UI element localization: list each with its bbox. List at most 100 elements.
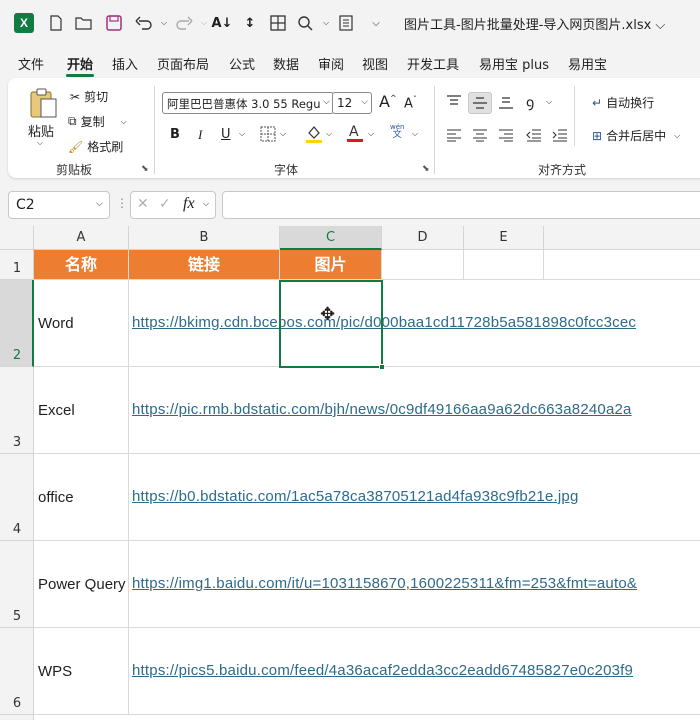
column-header-c[interactable]: C <box>280 226 382 250</box>
borders-button[interactable] <box>260 126 276 146</box>
font-color-dropdown-icon[interactable]: ⌵ <box>368 129 374 139</box>
tab-file[interactable]: 文件 <box>18 54 44 73</box>
link-cell[interactable]: https://pics5.baidu.com/feed/4a36acaf2ed… <box>129 628 700 715</box>
cell[interactable] <box>382 250 464 280</box>
merge-dropdown-icon[interactable]: ⌵ <box>674 131 680 141</box>
cell[interactable] <box>464 250 544 280</box>
increase-font-size-button[interactable]: A^ <box>379 92 397 111</box>
excel-logo-icon[interactable]: X <box>14 13 34 33</box>
phonetic-dropdown-icon[interactable]: ⌵ <box>412 129 418 139</box>
bottom-align-icon[interactable] <box>498 96 514 114</box>
search-dropdown-icon[interactable]: ⌵ <box>316 13 336 33</box>
name-cell[interactable]: WPS <box>34 628 129 715</box>
tab-yiyongbao-plus[interactable]: 易用宝 plus <box>479 54 549 73</box>
link-cell[interactable]: https://pic.rmb.bdstatic.com/bjh/news/0c… <box>129 367 700 454</box>
middle-align-icon[interactable] <box>472 96 488 114</box>
align-left-icon[interactable] <box>446 128 462 146</box>
header-cell-name[interactable]: 名称 <box>34 250 129 280</box>
cell[interactable] <box>544 250 700 280</box>
link-cell[interactable]: https://bkimg.cdn.bcebos.com/pic/d000baa… <box>129 280 700 367</box>
decrease-indent-icon[interactable] <box>526 128 542 146</box>
search-icon[interactable] <box>296 13 316 33</box>
undo-icon[interactable] <box>134 13 154 33</box>
save-icon[interactable] <box>104 13 124 33</box>
orientation-dropdown-icon[interactable]: ⌵ <box>546 97 552 107</box>
tab-review[interactable]: 审阅 <box>318 54 344 73</box>
orientation-icon[interactable]: ꝯ <box>526 93 534 112</box>
copy-button[interactable]: ⧉ 复制 ⌵ <box>68 113 127 130</box>
clipboard-launcher-icon[interactable]: ⬊ <box>141 164 149 174</box>
wrap-text-button[interactable]: ↵ 自动换行 <box>592 94 654 111</box>
sort-icon[interactable]: ↕ <box>240 13 260 33</box>
align-right-icon[interactable] <box>498 128 514 146</box>
header-cell-link[interactable]: 链接 <box>129 250 280 280</box>
italic-button[interactable]: I <box>198 127 202 143</box>
merge-center-button[interactable]: ⊞ 合并后居中 ⌵ <box>592 127 680 144</box>
link-text[interactable]: https://b0.bdstatic.com/1ac5a78ca3870512… <box>132 488 579 505</box>
fx-dropdown-icon[interactable]: ⌵ <box>203 199 209 209</box>
tab-view[interactable]: 视图 <box>362 54 388 73</box>
font-launcher-icon[interactable]: ⬊ <box>422 164 430 174</box>
tab-home[interactable]: 开始 <box>67 54 93 73</box>
tab-insert[interactable]: 插入 <box>112 54 138 73</box>
name-cell[interactable]: office <box>34 454 129 541</box>
row-header-6[interactable]: 6 <box>0 628 34 715</box>
borders-dropdown-icon[interactable]: ⌵ <box>280 129 286 139</box>
form-icon[interactable] <box>336 13 356 33</box>
format-painter-button[interactable]: 🖌 格式刷 <box>68 138 123 155</box>
font-color-button[interactable]: A <box>346 123 364 147</box>
column-header-a[interactable]: A <box>34 226 129 250</box>
tab-yiyongbao[interactable]: 易用宝 <box>568 54 607 73</box>
select-all-corner[interactable] <box>0 226 34 250</box>
row-header-2[interactable]: 2 <box>0 280 34 367</box>
link-cell[interactable]: https://b0.bdstatic.com/1ac5a78ca3870512… <box>129 454 700 541</box>
row-header-3[interactable]: 3 <box>0 367 34 454</box>
sort-asc-icon[interactable]: A↓ <box>212 13 233 33</box>
font-size-select[interactable]: 12 ⌵ <box>332 92 372 114</box>
column-header-d[interactable]: D <box>382 226 464 250</box>
align-center-icon[interactable] <box>472 128 488 146</box>
fill-color-button[interactable] <box>305 124 323 148</box>
name-box[interactable]: C2 ⌵ <box>8 191 110 219</box>
link-cell[interactable]: https://img1.baidu.com/it/u=1031158670,1… <box>129 541 700 628</box>
row-header-4[interactable]: 4 <box>0 454 34 541</box>
link-text[interactable]: https://bkimg.cdn.bcebos.com/pic/d000baa… <box>132 314 636 331</box>
underline-dropdown-icon[interactable]: ⌵ <box>239 129 245 139</box>
fill-handle[interactable] <box>379 364 385 370</box>
formula-input[interactable] <box>222 191 700 219</box>
borders-icon[interactable] <box>268 13 288 33</box>
undo-dropdown-icon[interactable]: ⌵ <box>154 13 174 33</box>
tab-formulas[interactable]: 公式 <box>229 54 255 73</box>
underline-button[interactable]: U <box>221 127 231 142</box>
phonetic-button[interactable]: wén 文 <box>390 123 404 140</box>
header-cell-image[interactable]: 图片 <box>280 250 382 280</box>
insert-function-button[interactable]: fx <box>183 195 195 213</box>
name-cell[interactable]: Word <box>34 280 129 367</box>
fill-color-dropdown-icon[interactable]: ⌵ <box>326 129 332 139</box>
row-header-5[interactable]: 5 <box>0 541 34 628</box>
tab-developer[interactable]: 开发工具 <box>407 54 459 73</box>
decrease-font-size-button[interactable]: Aˇ <box>404 95 417 111</box>
name-cell[interactable]: Power Query <box>34 541 129 628</box>
paste-dropdown-icon[interactable]: ⌵ <box>37 138 43 148</box>
increase-indent-icon[interactable] <box>552 128 568 146</box>
open-folder-icon[interactable] <box>74 13 94 33</box>
link-text[interactable]: https://pics5.baidu.com/feed/4a36acaf2ed… <box>132 662 633 679</box>
bold-button[interactable]: B <box>170 127 180 142</box>
tab-page-layout[interactable]: 页面布局 <box>157 54 209 73</box>
top-align-icon[interactable] <box>446 94 462 112</box>
new-file-icon[interactable] <box>46 13 66 33</box>
column-header-b[interactable]: B <box>129 226 280 250</box>
link-text[interactable]: https://pic.rmb.bdstatic.com/bjh/news/0c… <box>132 401 632 418</box>
cut-button[interactable]: ✂ 剪切 <box>70 88 108 105</box>
font-name-select[interactable]: 阿里巴巴普惠体 3.0 55 Regu ⌵ <box>162 92 334 114</box>
paste-icon[interactable] <box>28 88 58 124</box>
copy-dropdown-icon[interactable]: ⌵ <box>121 117 127 127</box>
customize-icon[interactable]: ⌵ <box>366 13 386 33</box>
tab-data[interactable]: 数据 <box>273 54 299 73</box>
more-options-icon[interactable]: ⋮ <box>116 196 128 210</box>
link-text[interactable]: https://img1.baidu.com/it/u=1031158670,1… <box>132 575 637 592</box>
row-header-1[interactable]: 1 <box>0 250 34 280</box>
column-header-e[interactable]: E <box>464 226 544 250</box>
name-cell[interactable]: Excel <box>34 367 129 454</box>
